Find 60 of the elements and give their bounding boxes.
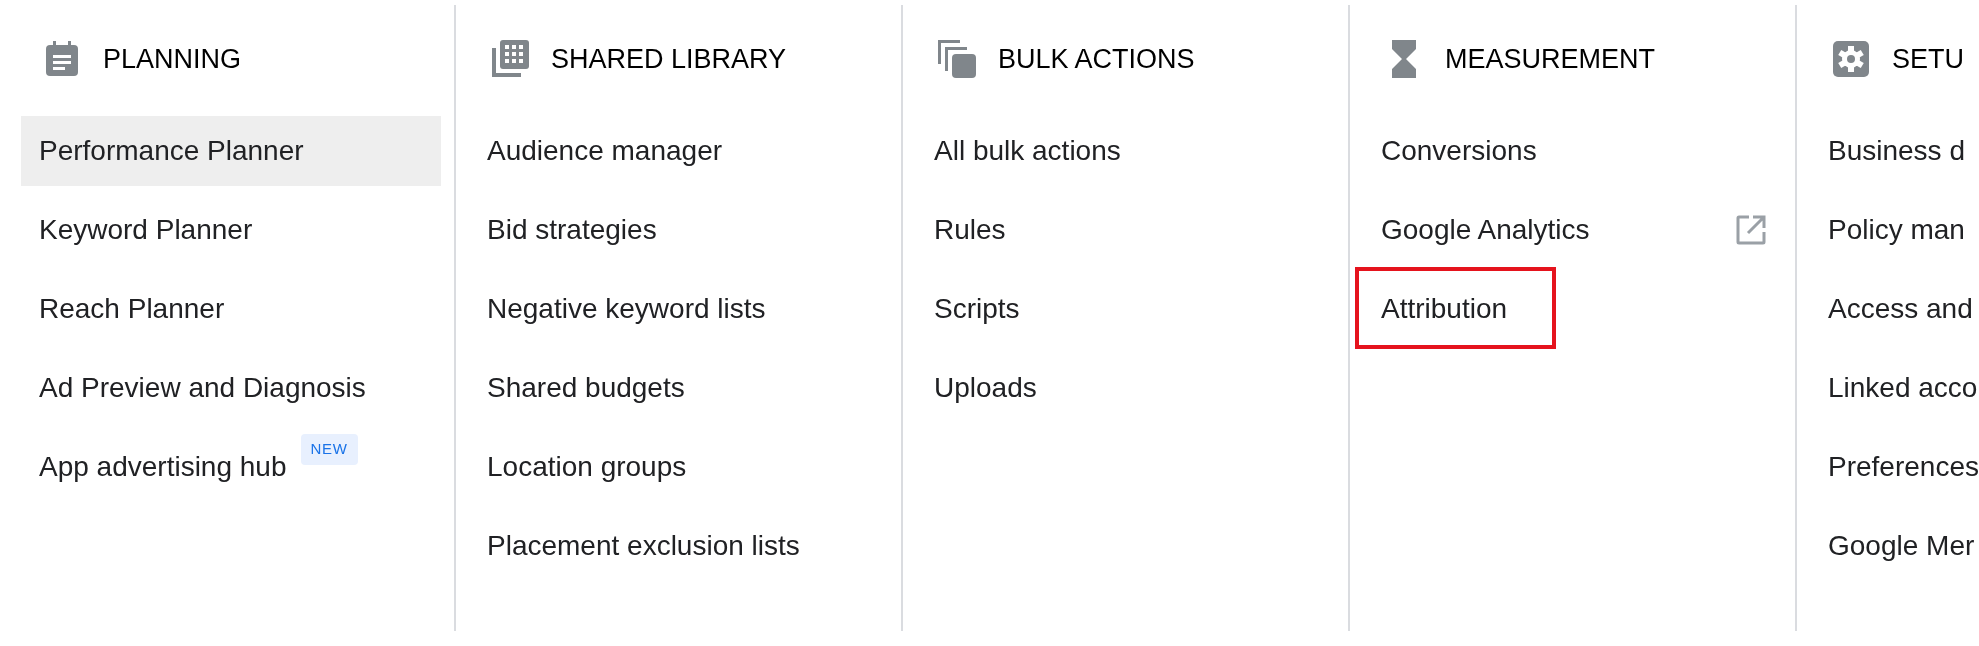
menu-item[interactable]: Negative keyword lists <box>469 274 888 344</box>
column-heading: PLANNING <box>103 42 242 76</box>
menu-item[interactable]: Google Analytics <box>1363 195 1782 265</box>
new-badge: NEW <box>300 434 358 465</box>
menu-item[interactable]: Scripts <box>916 274 1335 344</box>
menu-item-label: Preferences <box>1828 450 1979 484</box>
menu-item-label: Google Mer <box>1828 529 1975 563</box>
menu-item-label: Negative keyword lists <box>487 292 766 326</box>
menu-item-label: Business d <box>1828 134 1965 168</box>
menu-item-label: Audience manager <box>487 134 723 168</box>
menu-item-label: Reach Planner <box>39 292 225 326</box>
menu-item[interactable]: All bulk actions <box>916 116 1335 186</box>
menu-item[interactable]: Attribution <box>1363 274 1782 344</box>
menu-item-label: Linked acco <box>1828 371 1978 405</box>
library-grid-icon <box>491 40 529 78</box>
menu-item-label: Location groups <box>487 450 687 484</box>
copies-icon <box>938 40 976 78</box>
hourglass-icon <box>1392 40 1416 78</box>
menu-item[interactable]: App advertising hub NEW <box>21 432 441 502</box>
menu-item-label: All bulk actions <box>934 134 1121 168</box>
menu-item-label: Access and <box>1828 292 1973 326</box>
external-link-icon <box>1736 215 1766 245</box>
menu-item-label: Uploads <box>934 371 1037 405</box>
menu-item[interactable]: Shared budgets <box>469 353 888 423</box>
menu-item[interactable]: Rules <box>916 195 1335 265</box>
menu-item[interactable]: Placement exclusion lists <box>469 511 888 581</box>
menu-item[interactable]: Linked acco <box>1810 353 1979 423</box>
menu-item[interactable]: Location groups <box>469 432 888 502</box>
column-heading: SETU <box>1892 42 1964 76</box>
menu-item-label: Ad Preview and Diagnosis <box>39 371 366 405</box>
menu-item-label: Policy man <box>1828 213 1965 247</box>
menu-item-label: Rules <box>934 213 1006 247</box>
menu-item[interactable]: Preferences <box>1810 432 1979 502</box>
menu-item-label: Attribution <box>1381 292 1508 326</box>
menu-item[interactable]: Business d <box>1810 116 1979 186</box>
menu-item[interactable]: Performance Planner <box>21 116 441 186</box>
menu-item-label: Bid strategies <box>487 213 657 247</box>
menu-item-label: Conversions <box>1381 134 1537 168</box>
calendar-icon <box>45 41 79 77</box>
column-heading: SHARED LIBRARY <box>551 42 787 76</box>
menu-item[interactable]: Google Mer <box>1810 511 1979 581</box>
menu-item[interactable]: Keyword Planner <box>21 195 441 265</box>
menu-item[interactable]: Uploads <box>916 353 1335 423</box>
menu-item[interactable]: Access and <box>1810 274 1979 344</box>
menu-item-label: Performance Planner <box>39 134 304 168</box>
menu-item-label: Keyword Planner <box>39 213 253 247</box>
menu-item-label: Shared budgets <box>487 371 685 405</box>
menu-item[interactable]: Bid strategies <box>469 195 888 265</box>
menu-item[interactable]: Conversions <box>1363 116 1782 186</box>
menu-item[interactable]: Ad Preview and Diagnosis <box>21 353 441 423</box>
menu-item[interactable]: Policy man <box>1810 195 1979 265</box>
column-heading: BULK ACTIONS <box>998 42 1195 76</box>
menu-item-label: Scripts <box>934 292 1020 326</box>
menu-item[interactable]: Audience manager <box>469 116 888 186</box>
menu-item[interactable]: Reach Planner <box>21 274 441 344</box>
menu-item-label: Google Analytics <box>1381 213 1590 247</box>
settings-icon <box>1833 41 1869 77</box>
menu-item-label: Placement exclusion lists <box>487 529 800 563</box>
column-heading: MEASUREMENT <box>1445 42 1655 76</box>
menu-item-label: App advertising hub <box>39 450 287 484</box>
